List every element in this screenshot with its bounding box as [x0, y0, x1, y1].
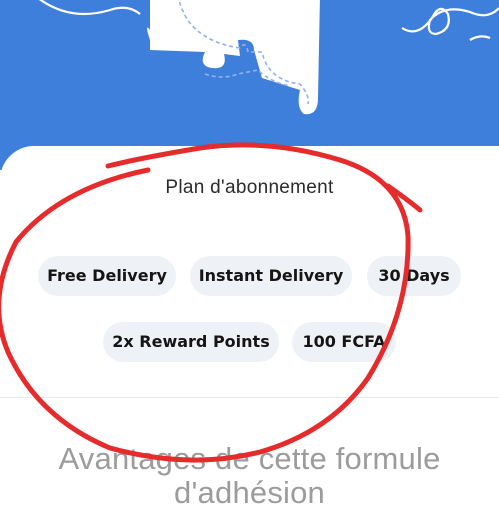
benefits-title: Avantages de cette formule d'adhésion — [0, 442, 499, 510]
chip-reward-points[interactable]: 2x Reward Points — [103, 322, 279, 362]
benefits-title-line1: Avantages de cette formule — [58, 441, 441, 476]
plan-title: Plan d'abonnement — [165, 177, 334, 198]
benefits-title-line2: d'adhésion — [174, 475, 325, 510]
section-divider — [0, 397, 499, 398]
chip-free-delivery[interactable]: Free Delivery — [38, 256, 176, 296]
header-banner — [0, 0, 499, 170]
chip-instant-delivery[interactable]: Instant Delivery — [190, 256, 352, 296]
puzzle-piece-icon — [38, 0, 499, 115]
chip-30-days[interactable]: 30 Days — [367, 256, 461, 296]
chip-price[interactable]: 100 FCFA — [292, 322, 396, 362]
